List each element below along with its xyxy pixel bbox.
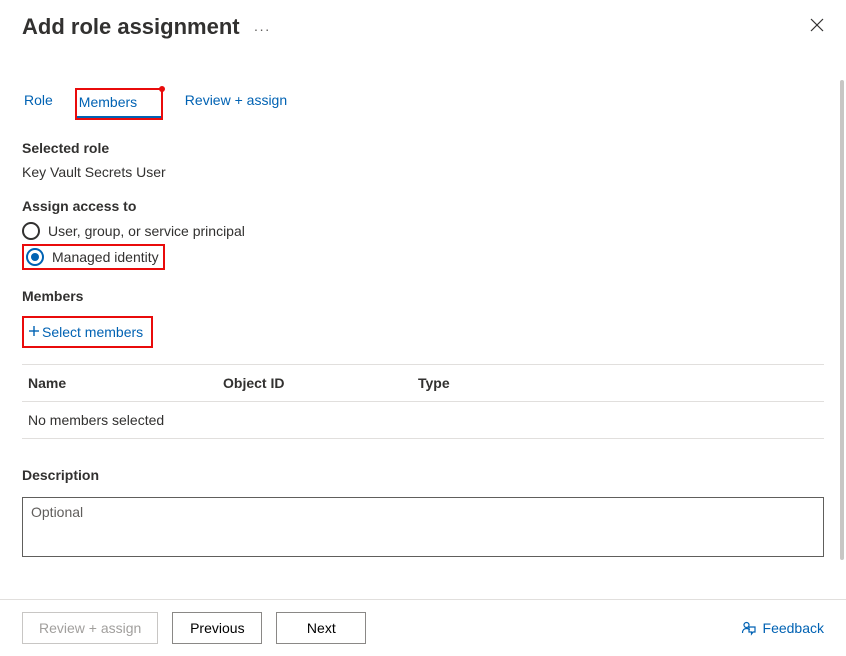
members-table: Name Object ID Type No members selected [22, 364, 824, 439]
blade-header: Add role assignment ··· [22, 14, 824, 40]
members-table-header: Name Object ID Type [22, 365, 824, 402]
members-label: Members [22, 288, 824, 304]
tab-bar: Role Members Review + assign [22, 88, 824, 120]
col-object-id: Object ID [223, 375, 418, 391]
feedback-icon [741, 620, 757, 636]
assign-access-label: Assign access to [22, 198, 824, 214]
close-button[interactable] [806, 14, 828, 39]
next-button[interactable]: Next [276, 612, 366, 644]
select-members-button[interactable]: Select members [22, 316, 153, 348]
radio-circle-icon [22, 222, 40, 240]
selected-role-label: Selected role [22, 140, 824, 156]
tab-content-members: Selected role Key Vault Secrets User Ass… [22, 140, 824, 560]
footer-bar: Review + assign Previous Next Feedback [0, 599, 846, 656]
previous-button[interactable]: Previous [172, 612, 262, 644]
radio-label: User, group, or service principal [48, 223, 245, 239]
feedback-label: Feedback [763, 620, 824, 636]
feedback-link[interactable]: Feedback [741, 620, 824, 636]
tab-review-assign[interactable]: Review + assign [183, 88, 289, 120]
review-assign-button[interactable]: Review + assign [22, 612, 158, 644]
members-empty-row: No members selected [22, 402, 824, 439]
col-name: Name [28, 375, 223, 391]
col-type: Type [418, 375, 824, 391]
tab-role[interactable]: Role [22, 88, 55, 120]
radio-label: Managed identity [52, 249, 159, 265]
scrollbar[interactable] [840, 80, 844, 560]
selected-role-value: Key Vault Secrets User [22, 164, 824, 180]
description-label: Description [22, 467, 824, 483]
highlight-managed-identity: Managed identity [22, 244, 165, 270]
add-role-assignment-blade: Add role assignment ··· Role Members Rev… [0, 0, 846, 656]
members-empty-text: No members selected [28, 412, 164, 428]
attention-dot-icon [159, 86, 165, 92]
plus-icon [28, 324, 40, 340]
radio-managed-identity[interactable]: Managed identity [26, 248, 159, 266]
select-members-label: Select members [42, 324, 143, 340]
highlight-members-tab: Members [75, 88, 163, 120]
page-title: Add role assignment [22, 14, 240, 40]
radio-circle-icon [26, 248, 44, 266]
more-icon[interactable]: ··· [254, 22, 271, 36]
radio-dot-icon [31, 253, 39, 261]
description-textarea[interactable] [22, 497, 824, 557]
close-icon [810, 18, 824, 32]
tab-members[interactable]: Members [77, 90, 161, 118]
radio-user-group-service-principal[interactable]: User, group, or service principal [22, 222, 824, 240]
